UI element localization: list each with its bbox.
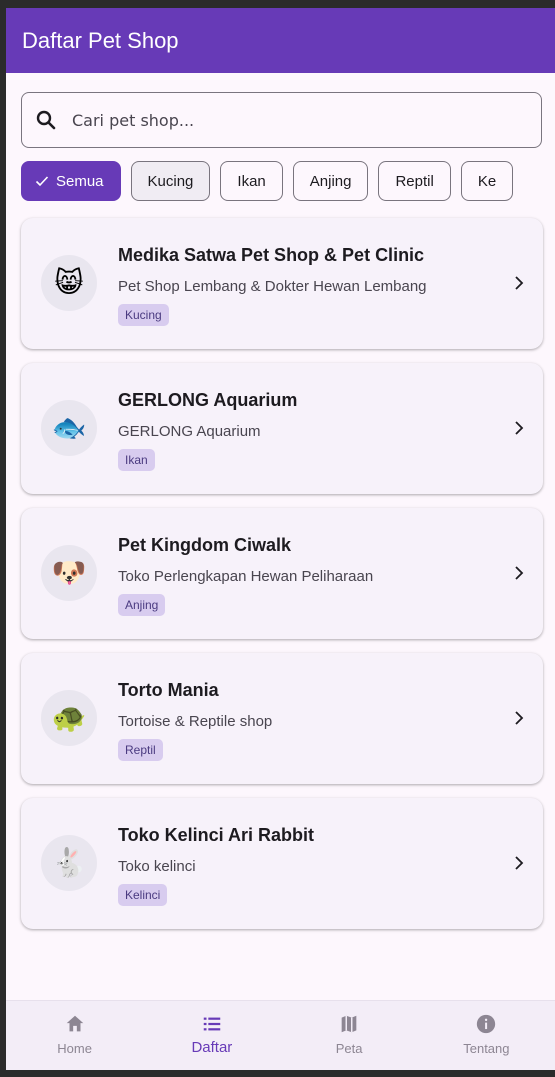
- shop-name: Torto Mania: [118, 680, 219, 700]
- fish-emoji-icon: 🐟: [41, 400, 97, 456]
- nav-label: Home: [57, 1041, 92, 1056]
- shop-card[interactable]: 😸 Medika Satwa Pet Shop & Pet Clinic Pet…: [21, 218, 543, 349]
- category-tag: Reptil: [118, 739, 163, 761]
- page-title: Daftar Pet Shop: [22, 27, 179, 53]
- shop-name: Toko Kelinci Ari Rabbit: [118, 825, 315, 845]
- chip-semua[interactable]: Semua: [21, 161, 121, 201]
- shop-card[interactable]: 🐇 Toko Kelinci Ari Rabbit Toko kelinci K…: [21, 798, 543, 929]
- shop-subtitle: Pet Shop Lembang & Dokter Hewan Lembang: [118, 278, 427, 295]
- shop-subtitle: Toko kelinci: [118, 858, 196, 875]
- chevron-right-icon: [515, 856, 524, 870]
- chip-anjing[interactable]: Anjing: [292, 161, 369, 201]
- shop-subtitle: GERLONG Aquarium: [118, 423, 261, 440]
- category-tag: Ikan: [118, 449, 155, 471]
- category-tag: Kucing: [118, 304, 169, 326]
- pet-shop-list: 😸 Medika Satwa Pet Shop & Pet Clinic Pet…: [21, 218, 543, 943]
- chip-label: Ikan: [237, 172, 266, 190]
- check-icon: [35, 176, 49, 187]
- rabbit-emoji-icon: 🐇: [41, 835, 97, 891]
- chip-reptil[interactable]: Reptil: [378, 161, 451, 201]
- nav-peta[interactable]: Peta: [281, 1001, 418, 1070]
- shop-card[interactable]: 🐢 Torto Mania Tortoise & Reptile shop Re…: [21, 653, 543, 784]
- nav-home[interactable]: Home: [6, 1001, 143, 1070]
- list-icon: [203, 1017, 221, 1031]
- nav-daftar[interactable]: Daftar: [143, 1001, 280, 1070]
- search-icon: [36, 110, 56, 130]
- nav-label: Tentang: [463, 1041, 510, 1056]
- chevron-right-icon: [515, 711, 524, 725]
- nav-label: Daftar: [191, 1039, 233, 1056]
- app-screen: Daftar Pet Shop Semua Kucing Ikan Anjing…: [6, 8, 555, 1070]
- app-bar: Daftar Pet Shop: [6, 8, 555, 73]
- info-icon: [477, 1014, 496, 1034]
- nav-tentang[interactable]: Tentang: [418, 1001, 555, 1070]
- chip-kucing[interactable]: Kucing: [130, 161, 211, 201]
- chip-ikan[interactable]: Ikan: [220, 161, 283, 201]
- home-icon: [66, 1015, 83, 1032]
- cat-emoji-icon: 😸: [41, 255, 97, 311]
- chevron-right-icon: [515, 276, 524, 290]
- chip-label: Ke: [477, 172, 497, 190]
- category-tag: Kelinci: [118, 884, 168, 906]
- shop-name: GERLONG Aquarium: [118, 390, 298, 410]
- chevron-right-icon: [515, 421, 524, 435]
- shop-card[interactable]: 🐶 Pet Kingdom Ciwalk Toko Perlengkapan H…: [21, 508, 543, 639]
- search-field[interactable]: [21, 92, 542, 148]
- chip-label: Reptil: [395, 172, 434, 190]
- category-filter-chips: Semua Kucing Ikan Anjing Reptil Ke: [21, 161, 543, 201]
- chip-label: Semua: [56, 172, 104, 190]
- shop-subtitle: Tortoise & Reptile shop: [118, 713, 273, 730]
- turtle-emoji-icon: 🐢: [41, 690, 97, 746]
- chip-kelinci[interactable]: Ke: [460, 161, 514, 201]
- shop-name: Medika Satwa Pet Shop & Pet Clinic: [118, 245, 425, 265]
- shop-card[interactable]: 🐟 GERLONG Aquarium GERLONG Aquarium Ikan: [21, 363, 543, 494]
- nav-label: Peta: [335, 1041, 363, 1056]
- chip-label: Kucing: [147, 172, 194, 190]
- shop-subtitle: Toko Perlengkapan Hewan Peliharaan: [118, 568, 374, 585]
- bottom-navigation: Home Daftar Peta Tentang: [6, 1000, 555, 1070]
- shop-name: Pet Kingdom Ciwalk: [118, 535, 292, 555]
- map-icon: [341, 1015, 357, 1033]
- search-input[interactable]: [72, 110, 512, 130]
- chevron-right-icon: [515, 566, 524, 580]
- dog-emoji-icon: 🐶: [41, 545, 97, 601]
- category-tag: Anjing: [118, 594, 166, 616]
- chip-label: Anjing: [309, 172, 352, 190]
